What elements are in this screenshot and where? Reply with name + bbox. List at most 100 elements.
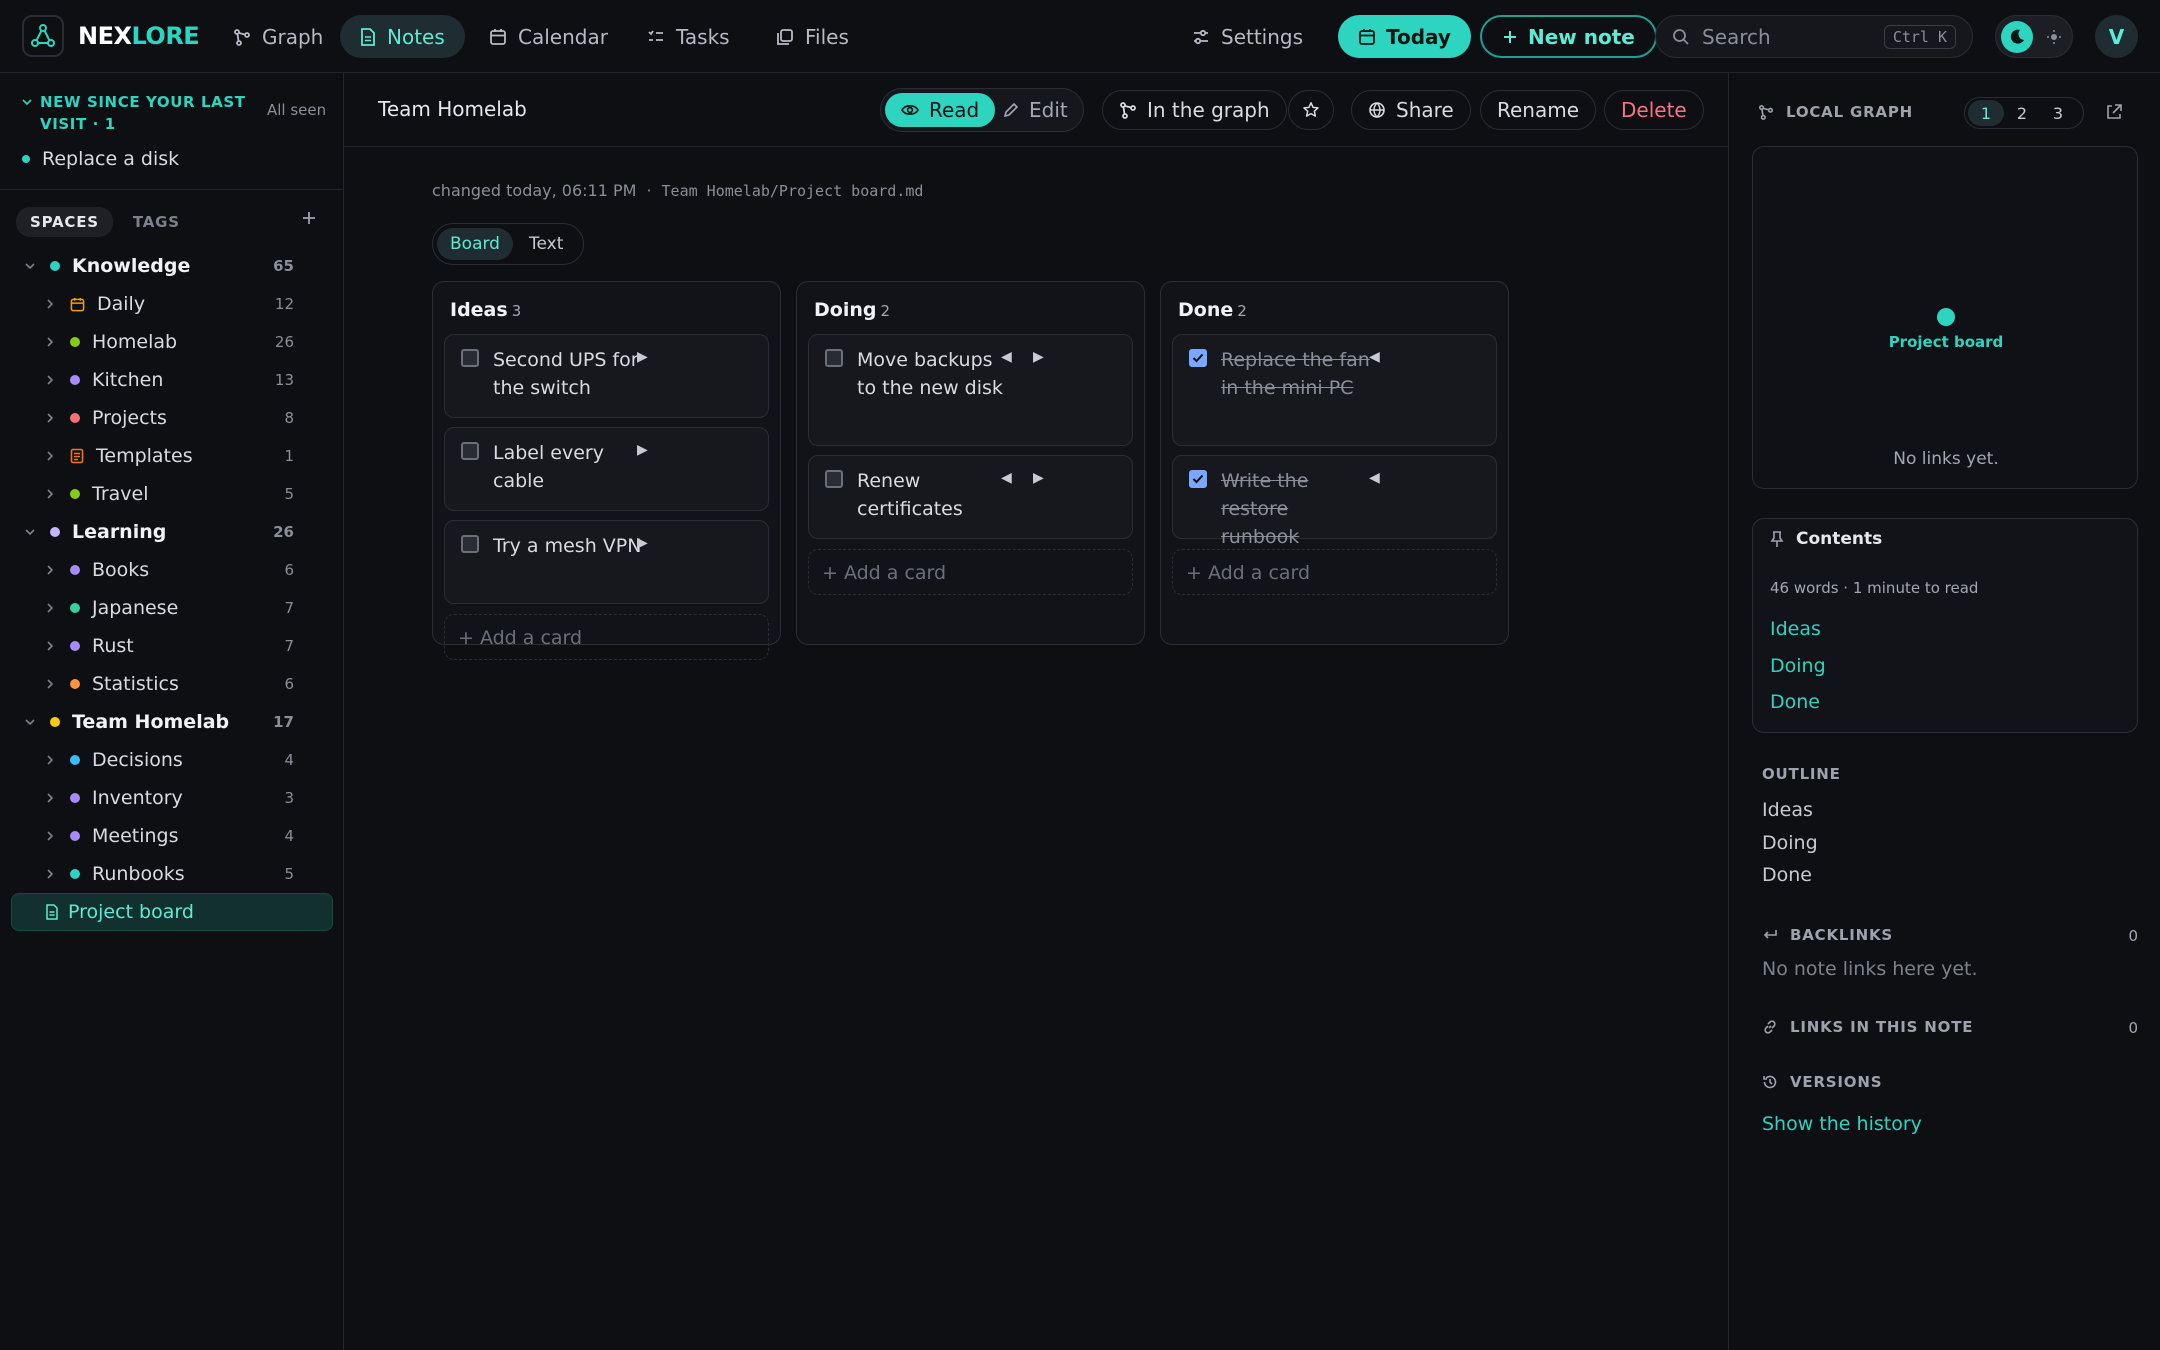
move-left-icon[interactable]: ◀ xyxy=(1369,349,1380,365)
checkbox[interactable] xyxy=(461,442,479,460)
board-card[interactable]: Second UPS for the switch ▶ xyxy=(444,334,769,418)
checkbox[interactable] xyxy=(825,470,843,488)
chevron-right-icon[interactable] xyxy=(40,754,60,766)
all-seen-button[interactable]: All seen xyxy=(267,101,326,119)
move-right-icon[interactable]: ▶ xyxy=(637,349,648,365)
chevron-right-icon[interactable] xyxy=(40,336,60,348)
board-card[interactable]: Replace the fan in the mini PC ◀ xyxy=(1172,334,1497,446)
chevron-right-icon[interactable] xyxy=(40,830,60,842)
chevron-right-icon[interactable] xyxy=(40,792,60,804)
nav-tab-files[interactable]: Files xyxy=(756,15,869,58)
board-card[interactable]: Label every cable ▶ xyxy=(444,427,769,511)
contents-link[interactable]: Done xyxy=(1770,691,1820,713)
new-since-toggle[interactable]: NEW SINCE YOUR LAST VISIT · 1 xyxy=(22,91,252,135)
move-right-icon[interactable]: ▶ xyxy=(1033,349,1044,365)
theme-toggle[interactable] xyxy=(1995,15,2073,58)
nav-tab-calendar[interactable]: Calendar xyxy=(469,15,628,58)
logo-icon[interactable] xyxy=(22,15,64,57)
move-left-icon[interactable]: ◀ xyxy=(1001,470,1012,486)
sidebar-space-knowledge[interactable]: Knowledge 65 xyxy=(12,248,332,284)
chevron-down-icon[interactable] xyxy=(20,260,40,272)
in-graph-button[interactable]: In the graph xyxy=(1102,90,1287,130)
nav-tab-graph[interactable]: Graph xyxy=(213,15,343,58)
depth-option-2[interactable]: 2 xyxy=(2004,100,2040,126)
outline-item[interactable]: Ideas xyxy=(1762,799,1813,821)
move-right-icon[interactable]: ▶ xyxy=(637,535,648,551)
avatar[interactable]: V xyxy=(2095,15,2138,58)
chevron-right-icon[interactable] xyxy=(40,488,60,500)
sidebar-item-books[interactable]: Books 6 xyxy=(12,552,332,588)
sidebar-item-travel[interactable]: Travel 5 xyxy=(12,476,332,512)
text-view-button[interactable]: Text xyxy=(516,228,576,260)
checkbox[interactable] xyxy=(825,349,843,367)
checkbox[interactable] xyxy=(461,349,479,367)
nav-tab-notes[interactable]: Notes xyxy=(340,15,465,58)
chevron-right-icon[interactable] xyxy=(40,602,60,614)
graph-node[interactable] xyxy=(1937,308,1955,326)
chevron-down-icon[interactable] xyxy=(20,526,40,538)
sidebar-item-projects[interactable]: Projects 8 xyxy=(12,400,332,436)
share-button[interactable]: Share xyxy=(1351,90,1471,130)
add-space-icon[interactable] xyxy=(300,209,318,231)
chevron-right-icon[interactable] xyxy=(40,298,60,310)
depth-option-1[interactable]: 1 xyxy=(1968,100,2004,126)
chevron-right-icon[interactable] xyxy=(40,678,60,690)
board-card[interactable]: Try a mesh VPN ▶ xyxy=(444,520,769,604)
new-note-button[interactable]: New note xyxy=(1480,15,1657,58)
move-right-icon[interactable]: ▶ xyxy=(1033,470,1044,486)
outline-item[interactable]: Done xyxy=(1762,864,1812,886)
depth-option-3[interactable]: 3 xyxy=(2040,100,2076,126)
local-graph-canvas[interactable]: Project board No links yet. xyxy=(1752,146,2138,489)
sidebar-item-homelab[interactable]: Homelab 26 xyxy=(12,324,332,360)
move-right-icon[interactable]: ▶ xyxy=(637,442,648,458)
settings-button[interactable]: Settings xyxy=(1172,15,1323,58)
new-item[interactable]: Replace a disk xyxy=(22,148,179,170)
sidebar-item-inventory[interactable]: Inventory 3 xyxy=(12,780,332,816)
checkbox-checked[interactable] xyxy=(1189,470,1207,488)
search-input[interactable]: Search Ctrl K xyxy=(1655,15,1973,58)
checkbox-checked[interactable] xyxy=(1189,349,1207,367)
sidebar-item-kitchen[interactable]: Kitchen 13 xyxy=(12,362,332,398)
sidebar-item-meetings[interactable]: Meetings 4 xyxy=(12,818,332,854)
chevron-right-icon[interactable] xyxy=(40,412,60,424)
nav-tab-tasks[interactable]: Tasks xyxy=(627,15,750,58)
star-button[interactable] xyxy=(1288,90,1334,130)
sidebar-space-team-homelab[interactable]: Team Homelab 17 xyxy=(12,704,332,740)
today-button[interactable]: Today xyxy=(1338,15,1471,58)
chevron-right-icon[interactable] xyxy=(40,868,60,880)
delete-button[interactable]: Delete xyxy=(1604,90,1704,130)
sidebar-item-runbooks[interactable]: Runbooks 5 xyxy=(12,856,332,892)
rename-button[interactable]: Rename xyxy=(1480,90,1597,130)
board-card[interactable]: Move backups to the new disk ◀ ▶ xyxy=(808,334,1133,446)
open-external-icon[interactable] xyxy=(2105,103,2123,125)
chevron-down-icon[interactable] xyxy=(20,716,40,728)
show-history-link[interactable]: Show the history xyxy=(1762,1113,1922,1135)
contents-link[interactable]: Doing xyxy=(1770,655,1826,677)
sidebar-item-templates[interactable]: Templates 1 xyxy=(12,438,332,474)
board-card[interactable]: Write the restore runbook ◀ xyxy=(1172,455,1497,548)
tab-spaces[interactable]: SPACES xyxy=(16,207,113,237)
board-view-button[interactable]: Board xyxy=(437,228,513,260)
chevron-right-icon[interactable] xyxy=(40,450,60,462)
sidebar-item-daily[interactable]: Daily 12 xyxy=(12,286,332,322)
sidebar-item-rust[interactable]: Rust 7 xyxy=(12,628,332,664)
sidebar-item-japanese[interactable]: Japanese 7 xyxy=(12,590,332,626)
add-card-button[interactable]: + Add a card xyxy=(1172,549,1497,595)
checkbox[interactable] xyxy=(461,535,479,553)
sidebar-space-learning[interactable]: Learning 26 xyxy=(12,514,332,550)
sidebar-item-decisions[interactable]: Decisions 4 xyxy=(12,742,332,778)
add-card-button[interactable]: + Add a card xyxy=(444,614,769,660)
contents-link[interactable]: Ideas xyxy=(1770,618,1821,640)
tab-tags[interactable]: TAGS xyxy=(119,207,194,237)
board-card[interactable]: Renew certificates ◀ ▶ xyxy=(808,455,1133,539)
chevron-right-icon[interactable] xyxy=(40,640,60,652)
outline-item[interactable]: Doing xyxy=(1762,832,1818,854)
chevron-right-icon[interactable] xyxy=(40,564,60,576)
move-left-icon[interactable]: ◀ xyxy=(1369,470,1380,486)
read-mode-button[interactable]: Read xyxy=(885,93,996,127)
sidebar-item-statistics[interactable]: Statistics 6 xyxy=(12,666,332,702)
chevron-right-icon[interactable] xyxy=(40,374,60,386)
edit-mode-button[interactable]: Edit xyxy=(987,93,1084,127)
add-card-button[interactable]: + Add a card xyxy=(808,549,1133,595)
sidebar-note-project-board[interactable]: Project board xyxy=(11,893,333,931)
